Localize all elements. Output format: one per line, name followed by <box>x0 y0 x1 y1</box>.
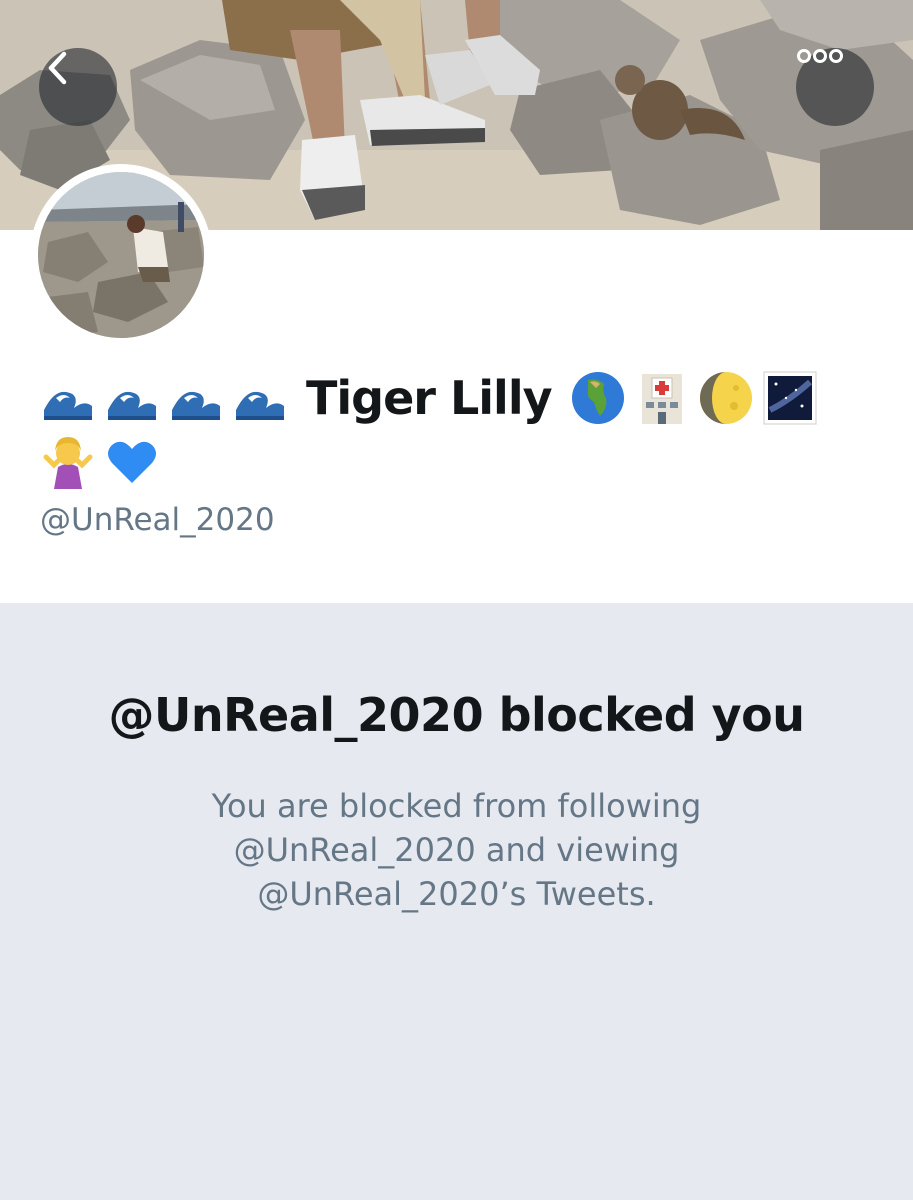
water-wave-emoji <box>232 370 288 426</box>
water-wave-emoji <box>104 370 160 426</box>
back-button[interactable] <box>39 48 117 126</box>
person-shrugging-emoji <box>40 433 96 489</box>
milky-way-emoji <box>762 370 818 426</box>
display-name-row: Tiger Lilly <box>40 366 818 430</box>
blocked-title: @UnReal_2020 blocked you <box>108 688 805 742</box>
globe-africa-europe-emoji <box>570 370 626 426</box>
display-name-row-2 <box>40 432 160 490</box>
more-horizontal-icon <box>797 49 843 63</box>
blue-heart-emoji <box>104 433 160 489</box>
more-options-button[interactable] <box>796 48 874 126</box>
profile-screen: Tiger Lilly @UnReal_2020 @UnReal_2020 bl… <box>0 0 913 1200</box>
moon-emoji <box>698 370 754 426</box>
display-name: Tiger Lilly <box>306 371 553 425</box>
profile-handle: @UnReal_2020 <box>40 502 275 538</box>
avatar[interactable] <box>30 164 212 346</box>
water-wave-emoji <box>168 370 224 426</box>
hospital-emoji <box>634 370 690 426</box>
water-wave-emoji <box>40 370 96 426</box>
blocked-message: You are blocked from following @UnReal_2… <box>211 787 702 913</box>
chevron-left-icon <box>48 51 67 85</box>
